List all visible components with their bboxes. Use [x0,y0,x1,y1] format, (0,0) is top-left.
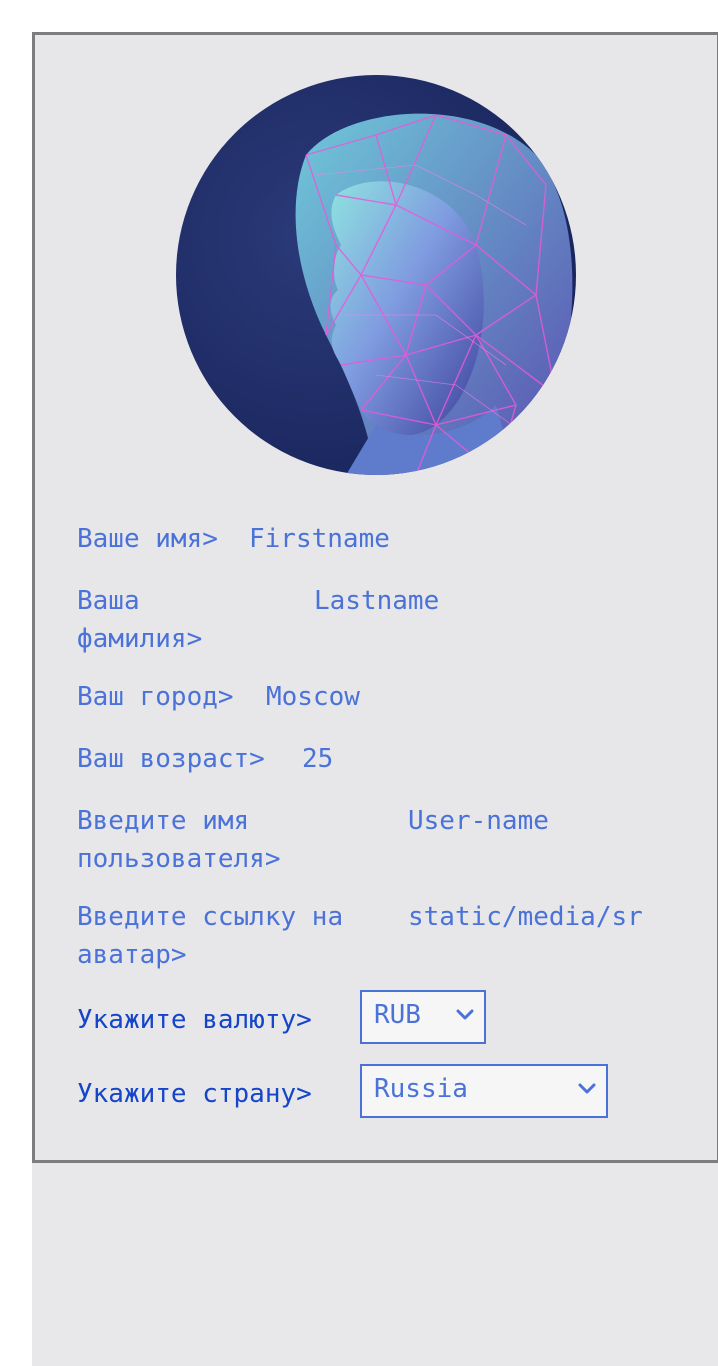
username-label: Введите имя пользователя> [77,806,281,874]
age-label: Ваш возраст> [77,744,265,774]
city-field[interactable]: Moscow [266,678,360,716]
field-row-city: Ваш город> Moscow [77,678,677,718]
avatar-image [176,75,576,475]
lastname-field[interactable]: Lastname [314,582,439,620]
field-row-lastname: Ваша фамилия> Lastname [77,582,677,662]
field-row-firstname: Ваше имя> Firstname [77,520,677,560]
firstname-field[interactable]: Firstname [249,520,390,558]
avatar-link-field[interactable]: static/media/sr [408,898,643,936]
age-field[interactable]: 25 [302,740,333,778]
field-row-age: Ваш возраст> 25 [77,740,677,780]
avatar [176,75,576,475]
avatar-link-label: Введите ссылку на аватар> [77,902,344,970]
field-row-username: Введите имя пользователя> User-name [77,802,677,882]
username-field[interactable]: User-name [408,802,549,840]
country-label: Укажите страну> [77,1079,312,1109]
field-row-avatar-link: Введите ссылку на аватар> static/media/s… [77,898,677,978]
currency-selected-value: RUB [374,1000,421,1030]
chevron-down-icon [578,1066,596,1112]
profile-card: Ваше имя> Firstname Ваша фамилия> Lastna… [32,32,718,1163]
country-select[interactable]: Russia [360,1064,608,1118]
currency-label: Укажите валюту> [77,1005,312,1035]
lastname-label: Ваша фамилия> [77,586,203,654]
currency-select[interactable]: RUB [360,990,486,1044]
city-label: Ваш город> [77,682,234,712]
country-selected-value: Russia [374,1074,468,1104]
firstname-label: Ваше имя> [77,524,218,554]
chevron-down-icon [456,992,474,1038]
page-background-panel [32,1160,718,1366]
